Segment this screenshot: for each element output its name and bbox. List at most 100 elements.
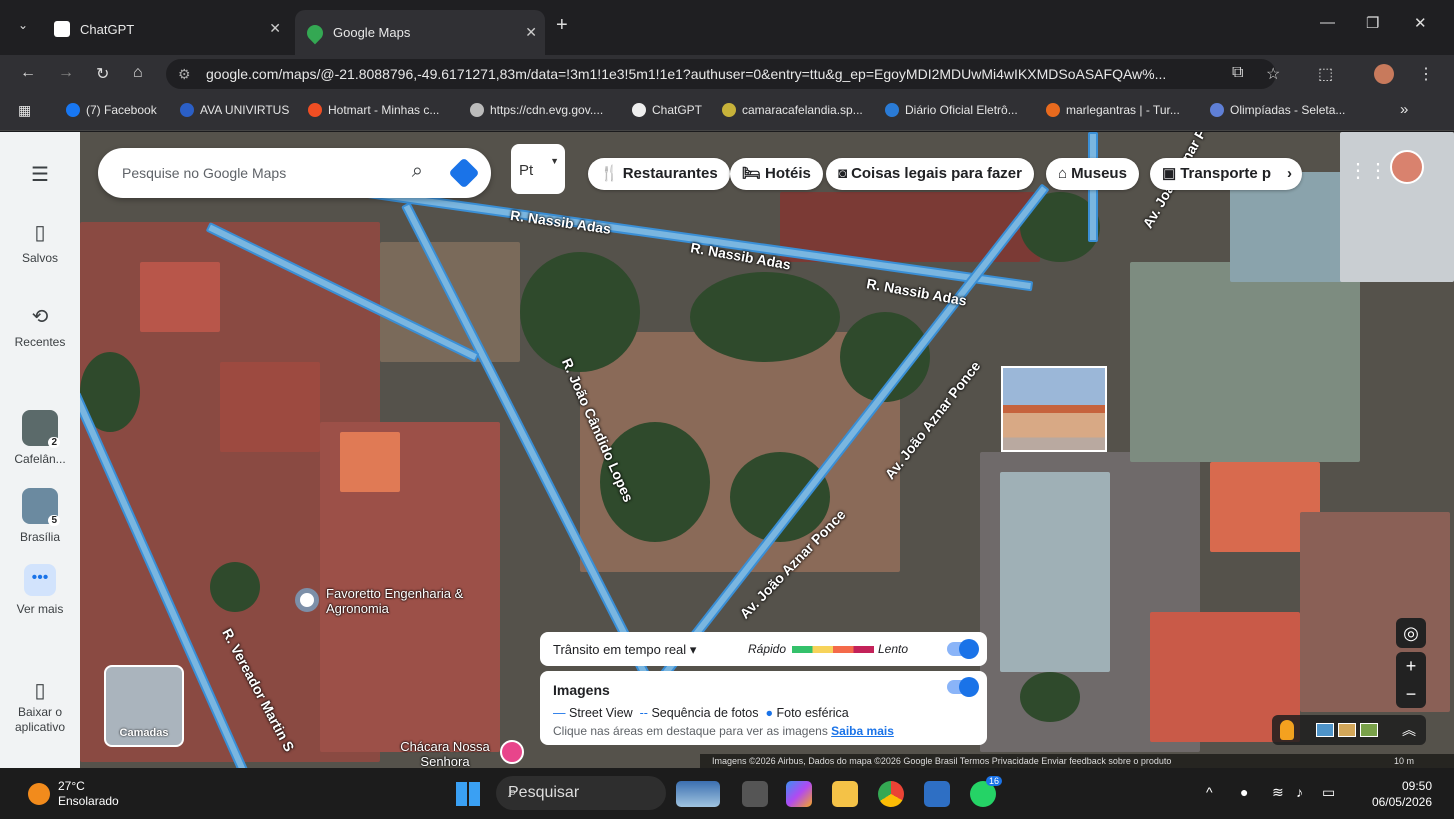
street-view-thumbnail[interactable]	[1001, 366, 1107, 452]
file-explorer-icon[interactable]	[832, 781, 858, 807]
pegman-icon[interactable]	[1280, 720, 1294, 740]
tray-app-icon[interactable]: ●	[1240, 784, 1248, 800]
chip-things-to-do[interactable]: ◙ Coisas legais para fazer	[826, 158, 1034, 190]
bed-icon: 🛏	[742, 165, 762, 182]
place-label-chacara[interactable]: Chácara Nossa Senhora Aparecida	[390, 739, 500, 768]
scale-label: 10 m	[1393, 756, 1414, 766]
place-pin-icon[interactable]	[295, 588, 319, 612]
sphere-dot-icon: ●	[765, 706, 773, 720]
search-box[interactable]: Pesquise no Google Maps ⌕	[98, 148, 491, 198]
browser-toolbar: ← → ↻ ⌂ ⚙ google.com/maps/@-21.8088796,-…	[0, 55, 1454, 93]
tree	[1020, 672, 1080, 722]
site-info-icon[interactable]: ⚙	[178, 59, 191, 89]
bookmark-facebook[interactable]: (7) Facebook	[66, 103, 157, 117]
roof-block	[140, 262, 220, 332]
apps-grid-icon[interactable]: ▦	[18, 102, 31, 119]
more-bookmarks-icon[interactable]: »	[1400, 101, 1408, 118]
learn-more-link[interactable]: Saiba mais	[831, 724, 894, 738]
map-canvas[interactable]: R. Nassib Adas R. Nassib Adas R. Nassib …	[80, 132, 1454, 768]
install-app-icon[interactable]: ⧉	[1232, 64, 1243, 82]
expand-up-icon[interactable]: ︽	[1402, 720, 1416, 740]
saved-button[interactable]: ▯ Salvos	[0, 220, 80, 265]
diario-icon	[885, 103, 899, 117]
tab-chatgpt[interactable]: ChatGPT ✕	[44, 10, 289, 48]
battery-icon[interactable]: ▭	[1322, 784, 1335, 801]
chip-restaurants[interactable]: 🍴 Restaurantes	[588, 158, 730, 190]
zoom-out-button[interactable]: −	[1396, 680, 1426, 708]
volume-icon[interactable]: ♪	[1296, 784, 1303, 800]
close-tab-icon[interactable]: ✕	[525, 24, 537, 41]
imagery-thumb[interactable]	[1316, 723, 1334, 737]
sun-icon	[28, 783, 50, 805]
imagery-panel: Imagens — Street View -- Sequência de fo…	[540, 671, 987, 745]
chatgpt-icon	[632, 103, 646, 117]
chip-hotels[interactable]: 🛏 Hotéis	[730, 158, 823, 190]
close-window-icon[interactable]: ✕	[1414, 14, 1427, 32]
imagery-thumb[interactable]	[1338, 723, 1356, 737]
chevron-right-icon[interactable]: ›	[1287, 158, 1292, 190]
street-view-line-icon: —	[553, 706, 566, 720]
imagery-thumb[interactable]	[1360, 723, 1378, 737]
address-bar[interactable]: ⚙ google.com/maps/@-21.8088796,-49.61712…	[166, 59, 1276, 89]
directions-icon[interactable]	[448, 157, 480, 189]
taskbar-search[interactable]: ⌕ Pesquisar	[496, 776, 666, 810]
imagery-toggle[interactable]	[947, 677, 979, 697]
reload-icon[interactable]: ↻	[96, 64, 109, 84]
chip-museums[interactable]: ⌂ Museus	[1046, 158, 1139, 190]
tab-google-maps[interactable]: Google Maps ✕	[295, 10, 545, 55]
forward-icon[interactable]: →	[58, 64, 74, 82]
extensions-icon[interactable]: ⬚	[1318, 64, 1333, 84]
clock[interactable]: 09:50 06/05/2026	[1372, 778, 1432, 810]
google-apps-icon[interactable]: ⋮⋮	[1348, 158, 1388, 183]
download-app-button[interactable]: ▯ Baixar o aplicativo	[0, 681, 80, 735]
task-view-icon[interactable]	[742, 781, 768, 807]
weather-widget[interactable]: 27°C Ensolarado	[58, 779, 119, 809]
bookmark-ava[interactable]: AVA UNIVIRTUS	[180, 103, 289, 117]
bookmark-cdn[interactable]: https://cdn.evg.gov....	[470, 103, 603, 117]
zoom-in-button[interactable]: +	[1396, 652, 1426, 680]
minimize-icon[interactable]: —	[1320, 14, 1335, 31]
wifi-icon[interactable]: ≋	[1272, 784, 1284, 801]
recent-item-brasilia[interactable]: 5 Brasília	[0, 488, 80, 544]
close-tab-icon[interactable]: ✕	[269, 20, 281, 37]
recent-button[interactable]: ⟲ Recentes	[0, 304, 80, 349]
chrome-icon[interactable]	[878, 781, 904, 807]
place-pin-icon[interactable]	[500, 740, 524, 764]
traffic-toggle[interactable]	[947, 639, 979, 659]
language-button[interactable]: Pt ▼	[511, 144, 565, 194]
roof-block	[1300, 512, 1450, 712]
profile-avatar[interactable]	[1374, 64, 1394, 84]
layers-button[interactable]: Camadas	[104, 665, 184, 747]
back-icon[interactable]: ←	[20, 64, 36, 82]
recent-item-cafelandia[interactable]: 2 Cafelân...	[0, 410, 80, 466]
search-icon[interactable]: ⌕	[412, 160, 423, 183]
restore-icon[interactable]: ❐	[1366, 14, 1379, 32]
place-label-favoretto[interactable]: Favoretto Engenharia & Agronomia	[326, 586, 466, 616]
tab-search-chevron-icon[interactable]: ⌄	[18, 18, 28, 32]
widget-image-icon[interactable]	[676, 781, 720, 807]
tab-title: ChatGPT	[80, 21, 135, 37]
bookmark-olimpiadas[interactable]: Olimpíadas - Seleta...	[1210, 103, 1345, 117]
traffic-dropdown[interactable]: Trânsito em tempo real ▾	[553, 642, 696, 658]
bookmark-star-icon[interactable]: ☆	[1266, 64, 1280, 84]
windows-start-icon[interactable]	[456, 782, 480, 806]
bookmark-hotmart[interactable]: Hotmart - Minhas c...	[308, 103, 439, 117]
menu-button[interactable]: ☰	[0, 162, 80, 193]
location-target-icon: ◎	[1403, 623, 1419, 643]
account-avatar[interactable]	[1390, 150, 1424, 184]
bookmark-marlegantras[interactable]: marlegantras | - Tur...	[1046, 103, 1180, 117]
calendar-app-icon[interactable]	[924, 781, 950, 807]
my-location-button[interactable]: ◎	[1396, 618, 1426, 648]
new-tab-icon[interactable]: +	[556, 14, 568, 37]
bookmark-diario[interactable]: Diário Oficial Eletrô...	[885, 103, 1018, 117]
street-label: R. Nassib Adas	[509, 207, 613, 237]
copilot-icon[interactable]	[786, 781, 812, 807]
bookmark-camara[interactable]: camaracafelandia.sp...	[722, 103, 863, 117]
browser-menu-icon[interactable]: ⋮	[1418, 64, 1434, 84]
more-button[interactable]: ••• Ver mais	[0, 564, 80, 616]
bookmark-chatgpt[interactable]: ChatGPT	[632, 103, 702, 117]
tray-chevron-up-icon[interactable]: ^	[1206, 784, 1213, 800]
home-icon[interactable]: ⌂	[133, 64, 143, 82]
search-input[interactable]: Pesquise no Google Maps	[122, 165, 286, 181]
chip-transport[interactable]: ▣ Transporte p ›	[1150, 158, 1302, 190]
